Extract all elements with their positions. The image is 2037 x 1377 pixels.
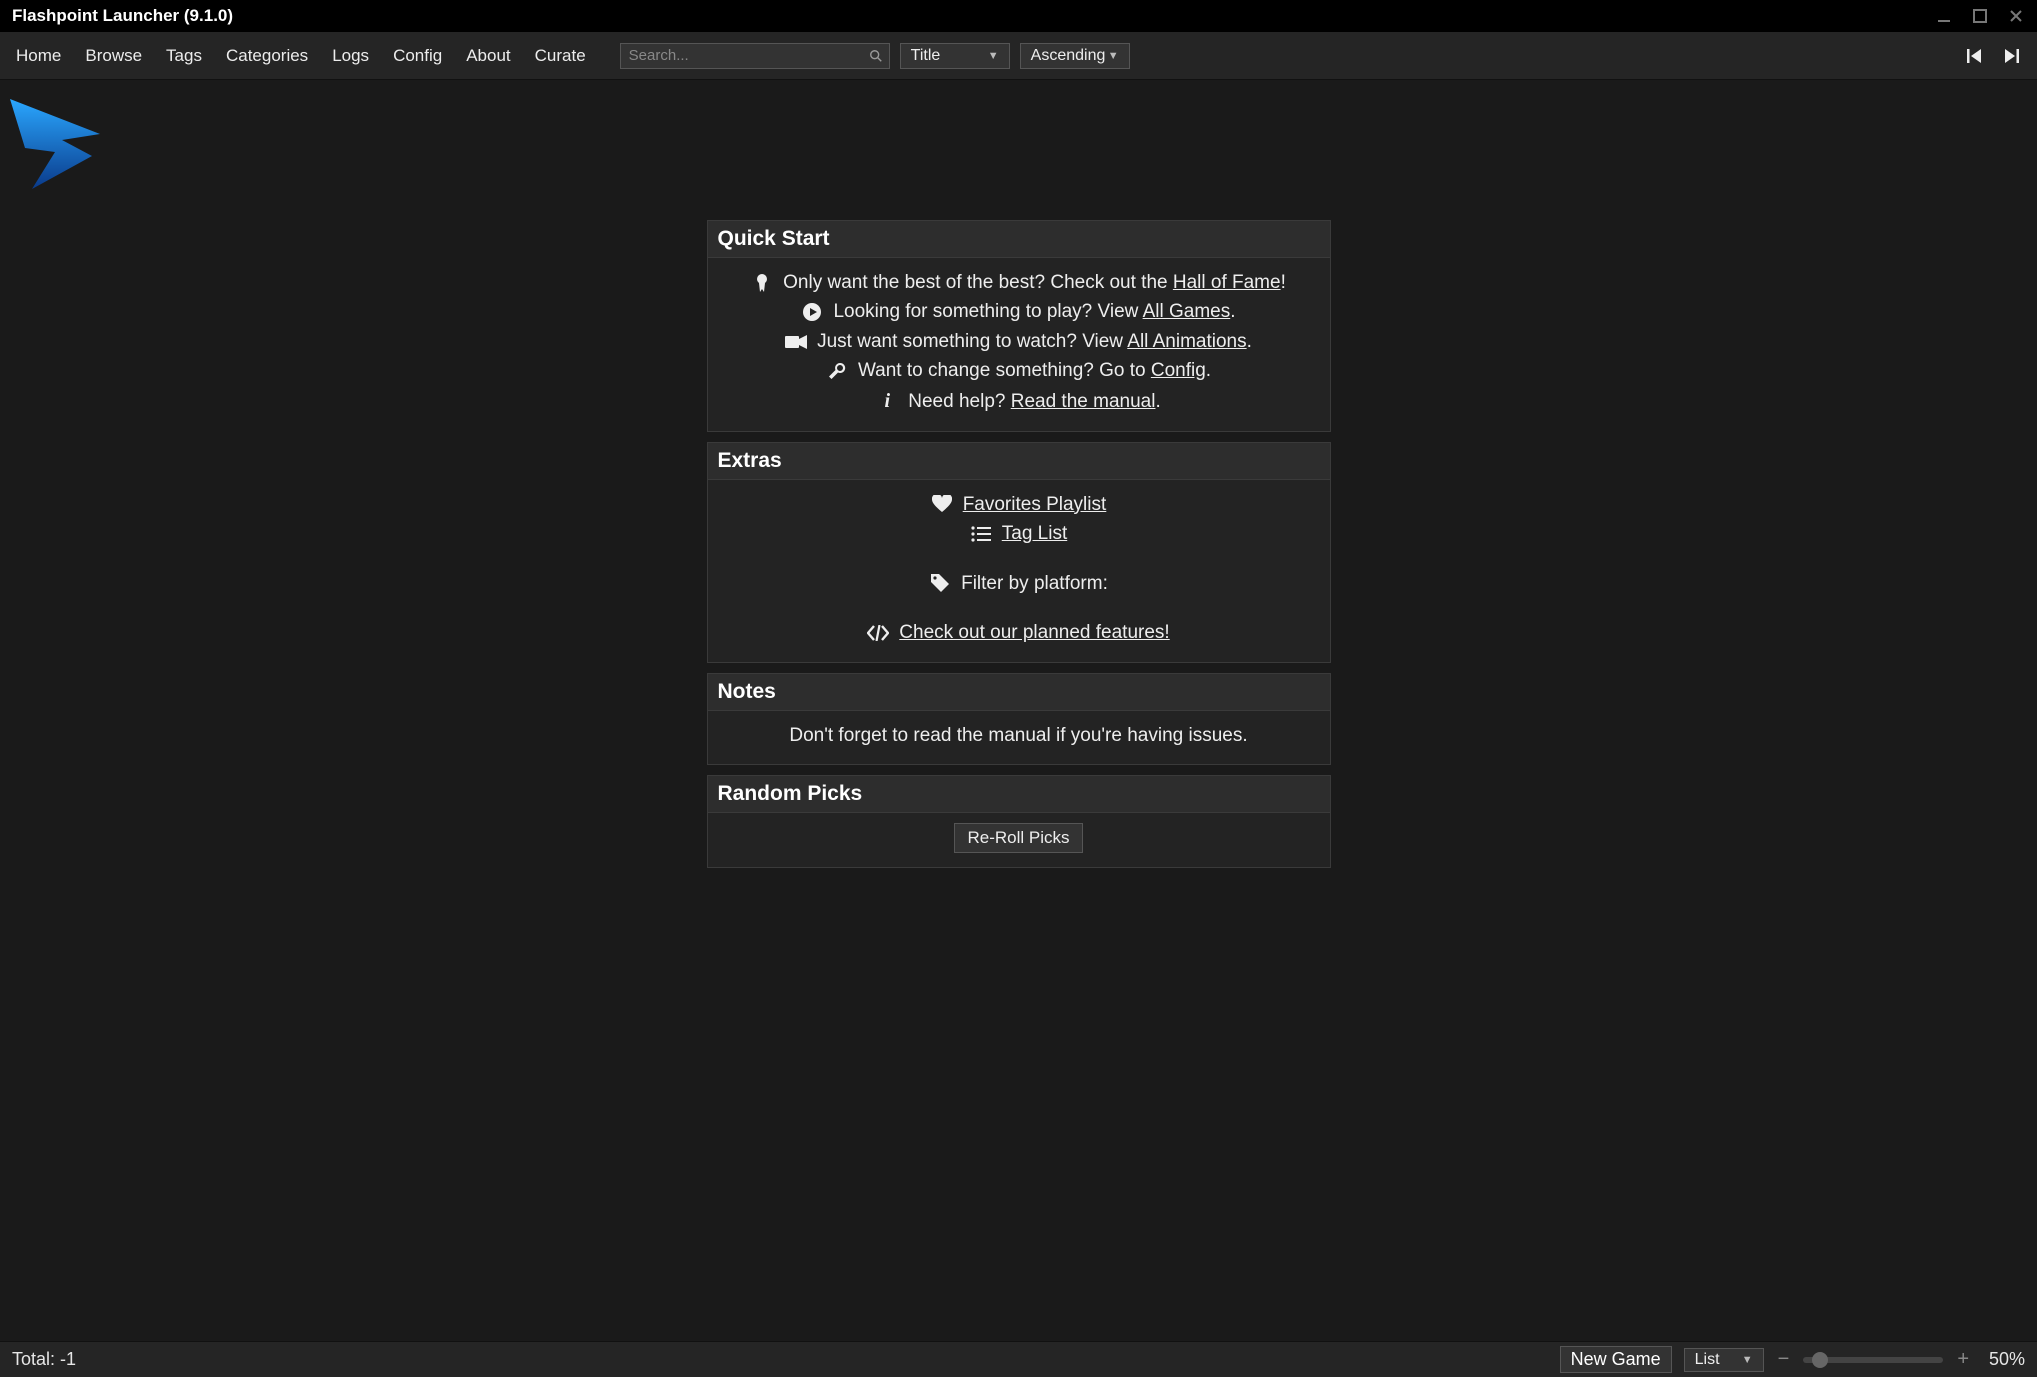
qs-text: ! — [1281, 272, 1286, 293]
zoom-percent: 50% — [1983, 1349, 2025, 1370]
menu-logs[interactable]: Logs — [332, 46, 369, 66]
zoom-out-button[interactable]: − — [1776, 1348, 1792, 1371]
menu-config[interactable]: Config — [393, 46, 442, 66]
qs-row-all-animations: Just want something to watch? View All A… — [722, 327, 1316, 356]
qs-text: Need help? — [908, 391, 1010, 412]
qs-text: Only want the best of the best? Check ou… — [783, 272, 1173, 293]
reroll-button[interactable]: Re-Roll Picks — [954, 823, 1082, 853]
view-mode-select[interactable]: List ▼ — [1684, 1348, 1764, 1372]
search-input[interactable] — [621, 44, 889, 68]
extras-panel: Extras Favorites Playlist Tag List — [707, 442, 1331, 663]
search-sort-group: Title ▼ Ascending ▼ — [620, 43, 1130, 69]
random-picks-panel: Random Picks Re-Roll Picks — [707, 775, 1331, 868]
extras-taglist-row: Tag List — [722, 519, 1316, 548]
app-logo — [0, 94, 2037, 210]
sort-order-value: Ascending — [1031, 47, 1106, 65]
sort-order-select[interactable]: Ascending ▼ — [1020, 43, 1130, 69]
chevron-down-icon: ▼ — [1108, 50, 1119, 62]
qs-row-config: Want to change something? Go to Config. — [722, 356, 1316, 385]
search-input-wrap[interactable] — [620, 43, 890, 69]
favorites-link[interactable]: Favorites Playlist — [963, 490, 1107, 519]
close-icon[interactable] — [2007, 7, 2025, 25]
manual-link[interactable]: Read the manual — [1011, 391, 1156, 412]
total-label: Total: -1 — [12, 1349, 76, 1370]
extras-favorites-row: Favorites Playlist — [722, 490, 1316, 519]
notes-header: Notes — [708, 674, 1330, 711]
extras-planned-row: Check out our planned features! — [722, 618, 1316, 647]
all-animations-link[interactable]: All Animations — [1127, 331, 1246, 352]
badge-icon — [751, 273, 773, 293]
window-title: Flashpoint Launcher (9.1.0) — [12, 6, 233, 26]
menu-curate[interactable]: Curate — [535, 46, 586, 66]
hall-of-fame-link[interactable]: Hall of Fame — [1173, 272, 1281, 293]
qs-text: . — [1247, 331, 1252, 352]
menubar: Home Browse Tags Categories Logs Config … — [0, 32, 2037, 80]
new-game-button[interactable]: New Game — [1560, 1346, 1672, 1373]
code-icon — [867, 625, 889, 641]
footer-right: New Game List ▼ − + 50% — [1560, 1346, 2025, 1373]
play-icon — [801, 302, 823, 322]
titlebar: Flashpoint Launcher (9.1.0) — [0, 0, 2037, 32]
zoom-in-button[interactable]: + — [1955, 1348, 1971, 1371]
notes-body: Don't forget to read the manual if you'r… — [708, 711, 1330, 764]
qs-text: Just want something to watch? View — [817, 331, 1127, 352]
menu-about[interactable]: About — [466, 46, 510, 66]
sort-field-value: Title — [911, 47, 941, 65]
qs-row-manual: i Need help? Read the manual. — [722, 386, 1316, 417]
info-icon: i — [876, 386, 898, 417]
planned-features-link[interactable]: Check out our planned features! — [899, 618, 1169, 647]
qs-text: . — [1155, 391, 1160, 412]
menu-categories[interactable]: Categories — [226, 46, 308, 66]
qs-row-hall-of-fame: Only want the best of the best? Check ou… — [722, 268, 1316, 297]
notes-text: Don't forget to read the manual if you'r… — [789, 725, 1247, 746]
qs-text: Looking for something to play? View — [833, 301, 1142, 322]
qs-row-all-games: Looking for something to play? View All … — [722, 297, 1316, 326]
quick-start-header: Quick Start — [708, 221, 1330, 258]
view-mode-value: List — [1695, 1351, 1720, 1369]
taglist-link[interactable]: Tag List — [1002, 519, 1067, 548]
notes-panel: Notes Don't forget to read the manual if… — [707, 673, 1331, 765]
nav-arrows — [1965, 46, 2021, 66]
random-picks-body: Re-Roll Picks — [708, 813, 1330, 867]
extras-header: Extras — [708, 443, 1330, 480]
window-controls — [1935, 7, 2025, 25]
menu-browse[interactable]: Browse — [85, 46, 142, 66]
all-games-link[interactable]: All Games — [1143, 301, 1231, 322]
extras-body: Favorites Playlist Tag List Filter by pl… — [708, 480, 1330, 662]
heart-icon — [931, 495, 953, 513]
qs-text: Want to change something? Go to — [858, 360, 1151, 381]
nav-last-icon[interactable] — [2001, 46, 2021, 66]
extras-filter-row: Filter by platform: — [722, 569, 1316, 598]
random-picks-header: Random Picks — [708, 776, 1330, 813]
wrench-icon — [826, 361, 848, 381]
qs-text: . — [1206, 360, 1211, 381]
menu-home[interactable]: Home — [16, 46, 61, 66]
chevron-down-icon: ▼ — [988, 50, 999, 62]
sort-field-select[interactable]: Title ▼ — [900, 43, 1010, 69]
qs-text: . — [1230, 301, 1235, 322]
zoom-slider[interactable] — [1803, 1357, 1943, 1363]
tag-icon — [929, 573, 951, 593]
minimize-icon[interactable] — [1935, 7, 1953, 25]
content-area: Quick Start Only want the best of the be… — [0, 80, 2037, 1341]
list-icon — [970, 526, 992, 542]
video-icon — [785, 334, 807, 350]
nav-first-icon[interactable] — [1965, 46, 1985, 66]
zoom-slider-thumb[interactable] — [1812, 1352, 1828, 1368]
menu-tags[interactable]: Tags — [166, 46, 202, 66]
filter-label: Filter by platform: — [961, 569, 1108, 598]
chevron-down-icon: ▼ — [1742, 1354, 1753, 1366]
footer-bar: Total: -1 New Game List ▼ − + 50% — [0, 1341, 2037, 1377]
maximize-icon[interactable] — [1971, 7, 1989, 25]
quick-start-panel: Quick Start Only want the best of the be… — [707, 220, 1331, 432]
quick-start-body: Only want the best of the best? Check ou… — [708, 258, 1330, 431]
config-link[interactable]: Config — [1151, 360, 1206, 381]
